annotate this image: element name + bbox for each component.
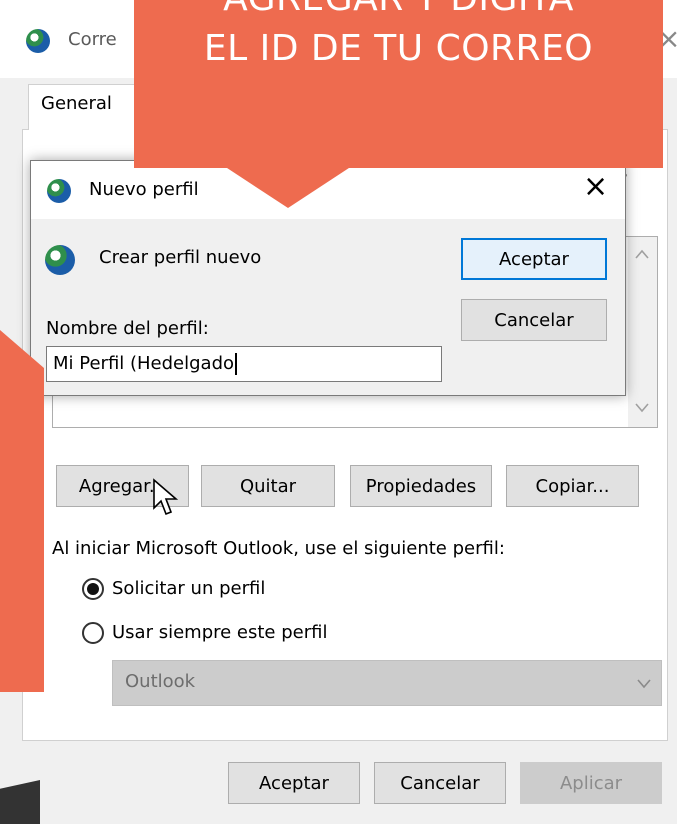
dialog-heading: Crear perfil nuevo xyxy=(99,247,262,268)
scroll-up-icon[interactable] xyxy=(634,248,650,260)
window-title: Corre xyxy=(68,29,117,50)
radio-always-label: Usar siempre este perfil xyxy=(112,622,328,643)
radio-prompt-label: Solicitar un perfil xyxy=(112,578,266,599)
mouse-cursor-icon xyxy=(153,478,179,516)
callout-side-strip xyxy=(0,330,44,692)
apply-button[interactable]: Aplicar xyxy=(520,762,662,804)
close-icon[interactable]: × xyxy=(583,169,608,204)
remove-button[interactable]: Quitar xyxy=(201,465,335,507)
callout-pointer xyxy=(224,166,352,208)
startup-label: Al iniciar Microsoft Outlook, use el sig… xyxy=(52,538,505,559)
instruction-callout: AGREGAR Y DIGITA EL ID DE TU CORREO xyxy=(134,0,663,168)
mail-profile-icon xyxy=(47,179,71,203)
callout-line-2: EL ID DE TU CORREO xyxy=(203,28,594,69)
profile-select[interactable]: Outlook xyxy=(112,660,662,706)
scroll-down-icon[interactable] xyxy=(634,402,650,414)
radio-always-profile[interactable] xyxy=(82,622,104,644)
profiles-scrollbar[interactable] xyxy=(628,237,657,427)
copy-button[interactable]: Copiar... xyxy=(506,465,639,507)
profile-name-input[interactable]: Mi Perfil (Hedelgado xyxy=(46,346,442,382)
profile-name-label: Nombre del perfil: xyxy=(46,318,209,339)
text-caret xyxy=(235,353,238,375)
cancel-button[interactable]: Cancelar xyxy=(374,762,506,804)
properties-button[interactable]: Propiedades xyxy=(350,465,492,507)
dialog-title: Nuevo perfil xyxy=(89,179,199,200)
mail-profile-icon xyxy=(45,245,75,275)
dialog-cancel-button[interactable]: Cancelar xyxy=(461,299,607,341)
tab-general[interactable]: General xyxy=(28,84,136,130)
mail-profile-icon xyxy=(26,29,50,53)
dialog-ok-button[interactable]: Aceptar xyxy=(461,238,607,280)
chevron-down-icon[interactable] xyxy=(636,678,652,690)
callout-line-1: AGREGAR Y DIGITA xyxy=(134,0,663,20)
profile-name-value: Mi Perfil (Hedelgado xyxy=(53,353,235,374)
radio-prompt-profile[interactable] xyxy=(82,578,104,600)
ok-button[interactable]: Aceptar xyxy=(228,762,360,804)
